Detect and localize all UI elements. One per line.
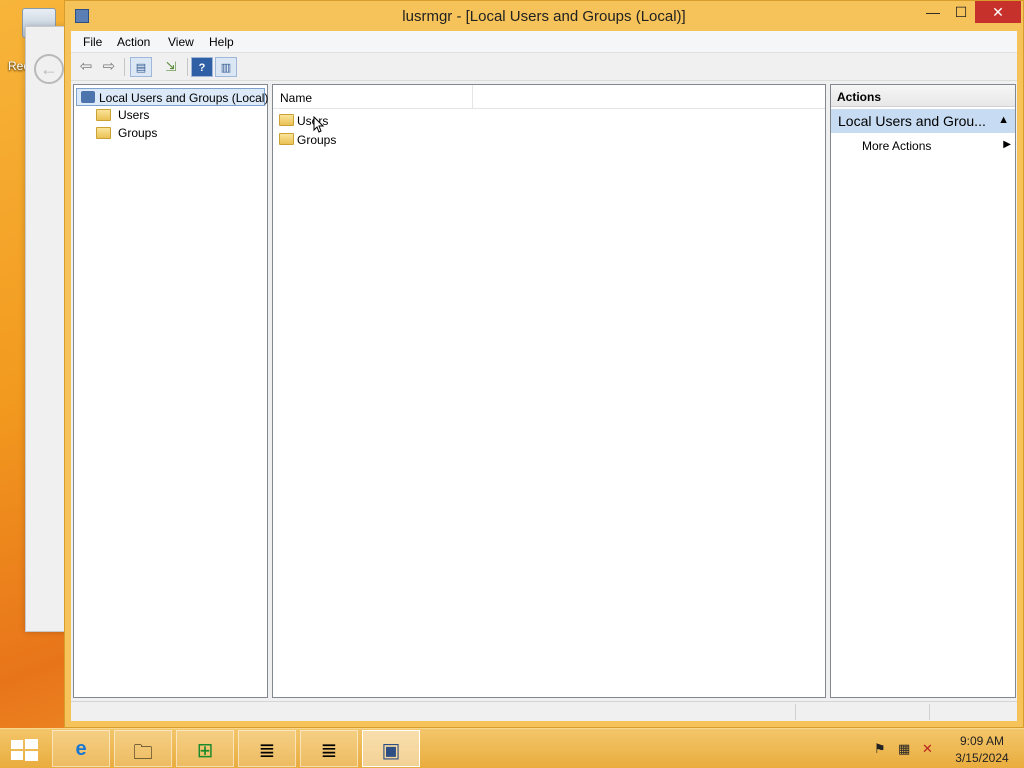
taskbar-notepad-1[interactable]: ≣ xyxy=(238,730,296,767)
folder-icon xyxy=(96,109,111,121)
notepad-icon: ≣ xyxy=(258,740,276,762)
action-center-flag-icon[interactable]: ⚑ xyxy=(874,741,886,757)
more-actions-label: More Actions xyxy=(862,139,932,153)
back-arrow-icon[interactable]: ← xyxy=(34,54,64,84)
more-actions-item[interactable]: More Actions ▶ xyxy=(831,137,1015,155)
users-groups-icon: ▣ xyxy=(381,740,401,762)
client-area: File Action View Help ⇦ ⇨ ▤ ⇲ ? ▥ Local … xyxy=(71,31,1017,721)
users-groups-icon xyxy=(81,91,95,103)
show-hide-action-pane-icon[interactable]: ▥ xyxy=(215,57,237,77)
minimize-button[interactable]: — xyxy=(919,1,947,23)
list-item[interactable]: Groups xyxy=(279,130,479,149)
toolbar-separator xyxy=(187,58,188,76)
list-item[interactable]: Users xyxy=(279,111,479,130)
taskbar-store[interactable]: ⊞ xyxy=(176,730,234,767)
title-bar[interactable]: lusrmgr - [Local Users and Groups (Local… xyxy=(65,1,1023,31)
start-button[interactable] xyxy=(8,737,40,763)
window-title: lusrmgr - [Local Users and Groups (Local… xyxy=(402,8,686,25)
maximize-button[interactable]: ☐ xyxy=(947,1,975,23)
collapse-icon[interactable]: ▲ xyxy=(998,114,1009,126)
tree-item-root[interactable]: Local Users and Groups (Local) xyxy=(76,88,269,106)
actions-pane: Actions Local Users and Grou... ▲ More A… xyxy=(830,84,1016,698)
menu-view[interactable]: View xyxy=(168,35,194,49)
clock-time[interactable]: 9:09 AM xyxy=(950,734,1014,748)
store-icon: ⊞ xyxy=(196,740,214,762)
menu-file[interactable]: File xyxy=(83,35,102,49)
folder-icon xyxy=(279,114,294,126)
export-list-icon[interactable]: ⇲ xyxy=(160,57,182,77)
taskbar: e 🗀 ⊞ ≣ ≣ ▣ ⚑ ▦ ✕ 9:09 AM 3/15/2024 xyxy=(0,728,1024,768)
mouse-cursor-icon xyxy=(313,116,325,133)
folder-icon xyxy=(279,133,294,145)
actions-group-local-users[interactable]: Local Users and Grou... ▲ xyxy=(831,109,1015,133)
column-header-name[interactable]: Name xyxy=(273,85,473,109)
list-header: Name xyxy=(273,85,825,109)
network-icon[interactable]: ▦ xyxy=(898,741,910,757)
internet-explorer-icon: e xyxy=(75,738,87,760)
background-window[interactable]: ← xyxy=(25,26,67,632)
actions-group-label: Local Users and Grou... xyxy=(838,113,986,129)
submenu-arrow-icon: ▶ xyxy=(1003,139,1011,150)
status-separator xyxy=(929,704,930,720)
tree-root-label: Local Users and Groups (Local) xyxy=(99,91,269,105)
volume-muted-icon[interactable]: ✕ xyxy=(922,741,933,757)
toolbar: ⇦ ⇨ ▤ ⇲ ? ▥ xyxy=(71,53,1017,81)
back-icon[interactable]: ⇦ xyxy=(75,57,97,77)
folder-icon xyxy=(96,127,111,139)
tree-item-groups[interactable]: Groups xyxy=(96,124,256,142)
help-icon[interactable]: ? xyxy=(191,57,213,77)
tree-item-label: Users xyxy=(118,108,150,122)
menu-help[interactable]: Help xyxy=(209,35,234,49)
show-hide-console-tree-icon[interactable]: ▤ xyxy=(130,57,152,77)
taskbar-internet-explorer[interactable]: e xyxy=(52,730,110,767)
taskbar-notepad-2[interactable]: ≣ xyxy=(300,730,358,767)
clock-date[interactable]: 3/15/2024 xyxy=(950,751,1014,765)
close-button[interactable]: ✕ xyxy=(975,1,1021,23)
tree-item-users[interactable]: Users xyxy=(96,106,256,124)
toolbar-separator xyxy=(124,58,125,76)
actions-header: Actions xyxy=(831,85,1015,107)
menu-action[interactable]: Action xyxy=(117,35,150,49)
notepad-icon: ≣ xyxy=(320,740,338,762)
lusrmgr-window: lusrmgr - [Local Users and Groups (Local… xyxy=(64,0,1024,728)
taskbar-lusrmgr[interactable]: ▣ xyxy=(362,730,420,767)
tree-item-label: Groups xyxy=(118,126,158,140)
folder-icon: 🗀 xyxy=(133,742,153,764)
status-bar xyxy=(71,701,1017,721)
result-pane: Name Users Groups xyxy=(272,84,826,698)
forward-icon[interactable]: ⇨ xyxy=(98,57,120,77)
status-separator xyxy=(795,704,796,720)
list-item-label: Groups xyxy=(297,133,337,147)
menu-bar: File Action View Help xyxy=(71,31,1017,53)
taskbar-file-explorer[interactable]: 🗀 xyxy=(114,730,172,767)
console-tree: Local Users and Groups (Local) Users Gro… xyxy=(73,84,268,698)
